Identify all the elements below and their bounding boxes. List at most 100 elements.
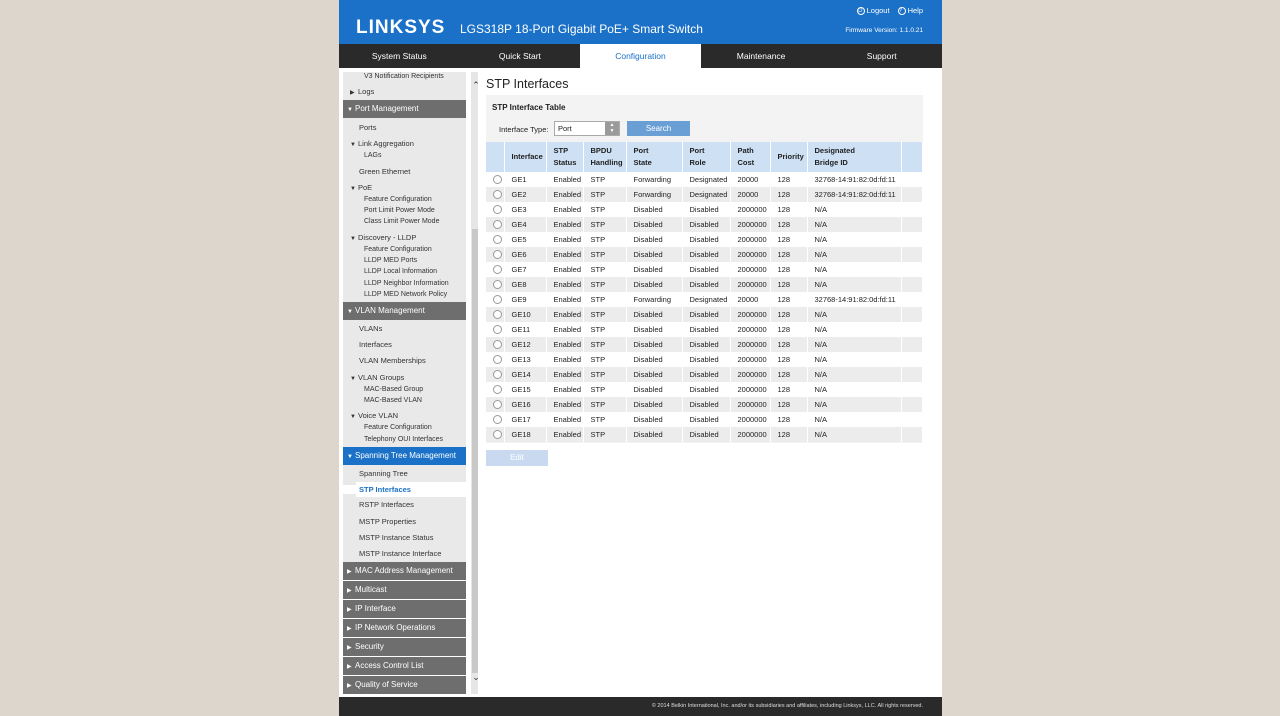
table-row[interactable]: GE18 Enabled STP Disabled Disabled 2000000 128… [486, 427, 923, 442]
row-radio-button[interactable] [493, 280, 502, 290]
help-link[interactable]: ? Help [897, 6, 923, 15]
sidebar-item-interfaces[interactable]: Interfaces [343, 340, 466, 349]
row-radio-button[interactable] [493, 415, 502, 425]
sidebar-item-mac-based-group[interactable]: MAC-Based Group [343, 386, 466, 393]
tab-configuration[interactable]: Configuration [580, 44, 701, 68]
row-radio-button[interactable] [493, 220, 502, 230]
sidebar-item-lldp-feature-configuration[interactable]: Feature Configuration [343, 246, 466, 253]
table-row[interactable]: GE2 Enabled STP Forwarding Designated 20000 12… [486, 187, 923, 202]
table-cell: 128 [770, 217, 808, 232]
row-radio-button[interactable] [493, 355, 502, 365]
table-cell: 128 [770, 322, 808, 337]
table-row[interactable]: GE11 Enabled STP Disabled Disabled 2000000 128… [486, 322, 923, 337]
row-radio-button[interactable] [493, 310, 502, 320]
sidebar-item-poe-feature-configuration[interactable]: Feature Configuration [343, 196, 466, 203]
table-cell: Enabled [546, 232, 584, 247]
scroll-up-icon[interactable]: ⌃ [471, 80, 478, 92]
row-radio-button[interactable] [493, 370, 502, 380]
sidebar-section-ip-network-operations[interactable]: ▶ IP Network Operations [343, 619, 466, 637]
tab-quick-start[interactable]: Quick Start [460, 44, 581, 68]
sidebar-section-vlan-management[interactable]: ▼ VLAN Management [343, 302, 466, 320]
row-radio-button[interactable] [493, 400, 502, 410]
row-radio-button[interactable] [493, 295, 502, 305]
sidebar-item-mstp-instance-status[interactable]: MSTP Instance Status [343, 533, 466, 542]
table-row[interactable]: GE17 Enabled STP Disabled Disabled 2000000 128… [486, 412, 923, 427]
sidebar-section-access-control-list[interactable]: ▶ Access Control List [343, 657, 466, 675]
sidebar-item-link-aggregation[interactable]: ▼ Link Aggregation [343, 139, 466, 148]
sidebar-item-mac-based-vlan[interactable]: MAC-Based VLAN [343, 397, 466, 404]
sidebar-section-multicast[interactable]: ▶ Multicast [343, 581, 466, 599]
table-row[interactable]: GE14 Enabled STP Disabled Disabled 2000000 128… [486, 367, 923, 382]
row-radio-button[interactable] [493, 175, 502, 185]
row-radio-button[interactable] [493, 265, 502, 275]
tab-support[interactable]: Support [821, 44, 942, 68]
sidebar-item-lldp-med-ports[interactable]: LLDP MED Ports [343, 257, 466, 264]
table-cell: STP [583, 217, 627, 232]
sidebar-item-discovery-lldp[interactable]: ▼ Discovery - LLDP [343, 233, 466, 242]
table-row[interactable]: GE4 Enabled STP Disabled Disabled 2000000 128 N… [486, 217, 923, 232]
table-row[interactable]: GE6 Enabled STP Disabled Disabled 2000000 128 N… [486, 247, 923, 262]
table-row[interactable]: GE3 Enabled STP Disabled Disabled 2000000 128 N… [486, 202, 923, 217]
table-row[interactable]: GE5 Enabled STP Disabled Disabled 2000000 128 N… [486, 232, 923, 247]
sidebar-section-spanning-tree-management[interactable]: ▼ Spanning Tree Management [343, 447, 466, 465]
sidebar-item-vlan-memberships[interactable]: VLAN Memberships [343, 356, 466, 365]
table-row[interactable]: GE10 Enabled STP Disabled Disabled 2000000 128… [486, 307, 923, 322]
table-row[interactable]: GE12 Enabled STP Disabled Disabled 2000000 128… [486, 337, 923, 352]
table-cell: Forwarding [626, 172, 683, 187]
row-radio-button[interactable] [493, 340, 502, 350]
table-cell: Disabled [626, 367, 683, 382]
sidebar-item-lags[interactable]: LAGs [343, 152, 466, 159]
sidebar-item-lldp-local-information[interactable]: LLDP Local Information [343, 268, 466, 275]
sidebar-item-stp-interfaces[interactable]: STP Interfaces [343, 485, 466, 494]
sidebar-item-green-ethernet[interactable]: Green Ethernet [343, 167, 466, 176]
logout-link[interactable]: ⏻ Logout [856, 6, 890, 15]
edit-button[interactable]: Edit [486, 450, 548, 466]
row-radio-button[interactable] [493, 385, 502, 395]
sidebar-item-rstp-interfaces[interactable]: RSTP Interfaces [343, 500, 466, 509]
sidebar-item-ports[interactable]: Ports [343, 123, 466, 132]
sidebar-item-lldp-med-network-policy[interactable]: LLDP MED Network Policy [343, 291, 466, 298]
tab-maintenance[interactable]: Maintenance [701, 44, 822, 68]
sidebar-item-spanning-tree[interactable]: Spanning Tree [343, 469, 466, 478]
table-row[interactable]: GE13 Enabled STP Disabled Disabled 2000000 128… [486, 352, 923, 367]
interface-type-select[interactable]: Port ▲ ▼ [554, 121, 620, 136]
sidebar-section-ip-interface[interactable]: ▶ IP Interface [343, 600, 466, 618]
sidebar-item-label: Link Aggregation [358, 139, 414, 148]
scroll-down-icon[interactable]: ⌄ [471, 672, 478, 684]
sidebar-item-voice-vlan[interactable]: ▼ Voice VLAN [343, 411, 466, 420]
sidebar-item-telephony-oui-interfaces[interactable]: Telephony OUI Interfaces [343, 436, 466, 443]
table-row[interactable]: GE15 Enabled STP Disabled Disabled 2000000 128… [486, 382, 923, 397]
row-radio-button[interactable] [493, 250, 502, 260]
sidebar-scrollbar[interactable]: ⌃ ⌄ [471, 72, 478, 694]
sidebar-item-lldp-neighbor-information[interactable]: LLDP Neighbor Information [343, 280, 466, 287]
sidebar-item-vlans[interactable]: VLANs [343, 324, 466, 333]
table-row[interactable]: GE16 Enabled STP Disabled Disabled 2000000 128… [486, 397, 923, 412]
table-row[interactable]: GE8 Enabled STP Disabled Disabled 2000000 128 N… [486, 277, 923, 292]
table-row[interactable]: GE7 Enabled STP Disabled Disabled 2000000 128 N… [486, 262, 923, 277]
search-button[interactable]: Search [627, 121, 690, 136]
table-row[interactable]: GE1 Enabled STP Forwarding Designated 20000 12… [486, 172, 923, 187]
sidebar-item-class-limit-power-mode[interactable]: Class Limit Power Mode [343, 218, 466, 225]
row-radio-button[interactable] [493, 205, 502, 215]
sidebar-item-v3-notification[interactable]: V3 Notification Recipients [343, 73, 466, 80]
sidebar-section-quality-of-service[interactable]: ▶ Quality of Service [343, 676, 466, 694]
row-radio-button[interactable] [493, 430, 502, 440]
row-radio-button[interactable] [493, 190, 502, 200]
row-radio-button[interactable] [493, 235, 502, 245]
sidebar-item-logs[interactable]: ▶ Logs [343, 87, 466, 96]
table-cell: N/A [807, 202, 902, 217]
scrollbar-thumb[interactable] [472, 229, 478, 673]
sidebar-item-mstp-properties[interactable]: MSTP Properties [343, 517, 466, 526]
sidebar-item-vlan-groups[interactable]: ▼ VLAN Groups [343, 373, 466, 382]
sidebar-item-port-limit-power-mode[interactable]: Port Limit Power Mode [343, 207, 466, 214]
sidebar-item-poe[interactable]: ▼ PoE [343, 183, 466, 192]
sidebar-section-mac-address-management[interactable]: ▶ MAC Address Management [343, 562, 466, 580]
sidebar-section-port-management[interactable]: ▼ Port Management [343, 100, 466, 118]
sidebar-item-voice-feature-configuration[interactable]: Feature Configuration [343, 424, 466, 431]
tab-system-status[interactable]: System Status [339, 44, 460, 68]
sidebar-item-mstp-instance-interface[interactable]: MSTP Instance Interface [343, 549, 466, 558]
row-radio-button[interactable] [493, 325, 502, 335]
column-header: Path Cost [730, 142, 771, 172]
sidebar-section-security[interactable]: ▶ Security [343, 638, 466, 656]
table-row[interactable]: GE9 Enabled STP Forwarding Designated 20000 12… [486, 292, 923, 307]
